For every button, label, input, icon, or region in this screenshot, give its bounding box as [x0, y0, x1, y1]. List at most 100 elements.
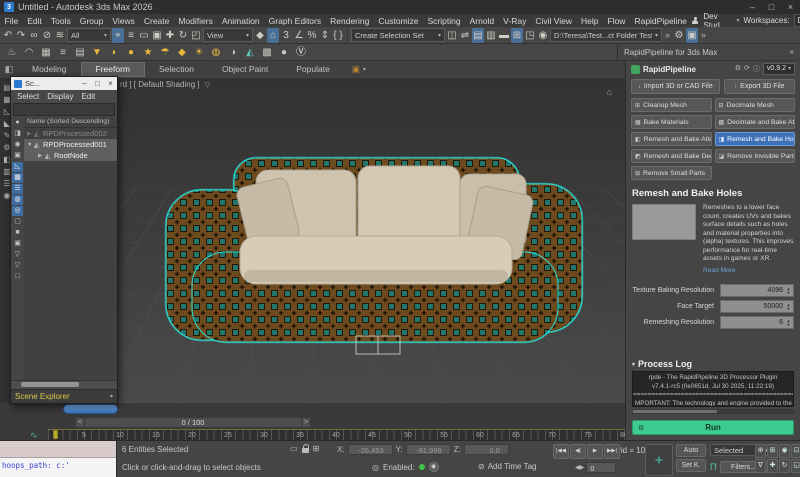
arc-rotate-icon[interactable]: ◠ [23, 45, 35, 60]
snap-toggle-3d-icon[interactable]: 3 [280, 28, 292, 43]
mirror-icon[interactable]: ◫ [446, 28, 458, 43]
menu-item[interactable]: Rendering [326, 16, 374, 26]
scene-node-row[interactable]: ▶ ◭ RPDProcessed002 [24, 128, 117, 139]
blob-icon[interactable]: ◍ [210, 45, 222, 60]
expand-arrow-icon[interactable]: ▼ [27, 142, 34, 148]
ribbon-tab[interactable]: Populate [282, 62, 344, 77]
state-sets-list-icon[interactable]: ≡ [57, 45, 69, 60]
scene-explorer-menu-item[interactable]: Display [47, 92, 73, 101]
fov-icon[interactable]: ∇ [755, 459, 766, 473]
layer-explorer-icon[interactable]: ▥ [485, 28, 497, 43]
display-filter-icon[interactable]: ▽ [12, 261, 23, 271]
pattern-icon[interactable]: ▩ [261, 45, 273, 60]
current-frame-field[interactable]: 0 [586, 462, 617, 473]
preset-button[interactable]: ◪ Remove Invisible Parts [714, 149, 795, 163]
menu-item[interactable]: Animation [217, 16, 264, 26]
spinner-arrows-icon[interactable]: ▲ ▼ [785, 317, 792, 328]
parameter-value[interactable]: 50000 [764, 301, 783, 312]
import-3d-button[interactable]: ↓ Import 3D or CAD File [631, 79, 720, 94]
add-time-tag[interactable]: Add Time Tag [488, 462, 537, 471]
menu-item[interactable]: Modifiers [174, 16, 217, 26]
rectangular-region-icon[interactable]: ▭ [138, 28, 150, 43]
reference-coordinate-dropdown[interactable]: View ▾ [203, 28, 253, 42]
menu-item[interactable]: Group [75, 16, 108, 26]
chevron-down-icon[interactable]: ▾ [110, 393, 113, 400]
maxscript-mini-listener[interactable]: hoops_path: c:' [0, 441, 117, 477]
expand-arrow-icon[interactable]: ▶ [27, 131, 34, 137]
percent-snap-icon[interactable]: % [306, 28, 318, 43]
rapidpipeline-panel-tab[interactable]: RapidPipeline for 3ds Max × [617, 44, 800, 61]
spinner-snap-icon[interactable]: ⇕ [319, 28, 331, 43]
mountain-icon[interactable]: ◭ [244, 45, 256, 60]
ribbon-more-icon[interactable]: ▣ [352, 64, 360, 75]
preset-button[interactable]: ◧ Remesh and Bake Atlas [631, 132, 712, 146]
menu-item[interactable]: RapidPipeline [630, 16, 691, 26]
log-scrollbar-thumb[interactable] [633, 410, 718, 413]
selection-filter-dropdown[interactable]: All ▾ [67, 28, 111, 42]
viewport-label[interactable]: rd ] [ Default Shading ] ▽ [120, 80, 210, 89]
scene-explorer-menu-item[interactable]: Select [17, 92, 39, 101]
preset-button[interactable]: ⊠ Remove Small Parts [631, 166, 712, 180]
version-dropdown[interactable]: v0.9.2 ▾ [762, 63, 795, 75]
grey-sphere-icon[interactable]: ● [278, 45, 290, 60]
y-coordinate-field[interactable]: -91,999 [405, 444, 451, 455]
read-more-link[interactable]: Read More [703, 267, 794, 276]
preset-button[interactable]: ◩ Remesh and Bake Decals [631, 149, 712, 163]
parameter-input[interactable]: 6 ▲ ▼ [720, 316, 794, 329]
menu-item[interactable]: Civil View [531, 16, 577, 26]
key-filters-icon[interactable]: Π [710, 462, 717, 472]
orbit-icon[interactable]: ↻ [779, 459, 790, 473]
zoom-extents-icon[interactable]: ◉ [779, 444, 790, 458]
menu-item[interactable]: Create [139, 16, 174, 26]
display-filter-icon[interactable]: ◺ [12, 162, 23, 172]
info-icon[interactable]: ⓘ [753, 64, 760, 74]
rendered-frame-icon[interactable]: ▣ [686, 27, 699, 43]
go-to-start-icon[interactable]: |◀◀ [553, 444, 569, 459]
settings-icon[interactable]: ⚙ [735, 64, 741, 74]
ribbon-tab[interactable]: Selection [145, 62, 208, 77]
preset-button[interactable]: ◨ Remesh and Bake Holes [714, 132, 795, 146]
menu-item[interactable]: Scripting [423, 16, 465, 26]
edit-named-selections-icon[interactable]: { } [332, 28, 344, 43]
set-key-mode-button[interactable]: Set K. [676, 459, 706, 472]
display-filter-icon[interactable]: ▢ [12, 217, 23, 227]
preset-button[interactable]: ▩ Decimate and Bake Atlas [714, 115, 795, 129]
set-keys-button[interactable]: + [645, 444, 673, 476]
scene-explorer-menu-item[interactable]: Edit [81, 92, 95, 101]
menu-item[interactable]: Edit [23, 16, 47, 26]
maximize-icon[interactable]: □ [91, 79, 104, 88]
display-filter-icon[interactable]: ▣ [12, 239, 23, 249]
display-filter-icon[interactable]: ■ [12, 228, 23, 238]
parameter-value[interactable]: 4096 [767, 285, 783, 296]
display-filter-icon[interactable]: ◨ [12, 129, 23, 139]
refresh-icon[interactable]: ⟳ [744, 64, 750, 74]
zoom-region-icon[interactable]: ⊡ [791, 444, 800, 458]
toolbar-overflow-icon[interactable]: » [663, 30, 672, 40]
menu-item[interactable]: Arnold [465, 16, 499, 26]
parameter-value[interactable]: 6 [779, 317, 783, 328]
display-filter-icon[interactable]: ☰ [12, 184, 23, 194]
target-light-icon[interactable]: ▼ [91, 45, 103, 60]
parameter-input[interactable]: 50000 ▲ ▼ [720, 300, 794, 313]
material-editor-icon[interactable]: ◉ [537, 28, 549, 43]
selection-region-icon[interactable]: ▭ [290, 444, 298, 453]
zoom-all-icon[interactable]: ⊞ [767, 444, 778, 458]
menu-item[interactable]: V-Ray [499, 16, 531, 26]
time-slider-handle[interactable] [63, 404, 118, 414]
display-filter-icon[interactable]: ▽ [12, 250, 23, 260]
maximize-viewport-icon[interactable]: ◱ [791, 459, 800, 473]
star-icon[interactable]: ★ [142, 45, 154, 60]
scene-node-row[interactable]: ▼ ◭ RPDProcessed001 [24, 139, 117, 150]
close-icon[interactable]: × [104, 79, 117, 88]
viewport-shading-label[interactable]: rd ] [ Default Shading ] [120, 80, 200, 89]
select-and-move-icon[interactable]: ✚ [164, 28, 176, 43]
schematic-view-icon[interactable]: ◳ [524, 28, 536, 43]
workspace-dropdown[interactable]: Default ▾ [793, 14, 800, 27]
next-frame-button[interactable]: > [301, 417, 311, 428]
window-crossing-icon[interactable]: ▣ [151, 28, 163, 43]
log-scrollbar[interactable] [632, 409, 794, 414]
scene-explorer-toggle-icon[interactable]: ▤ [472, 27, 484, 43]
render-setup-icon[interactable]: ⚙ [673, 28, 685, 43]
spinner-arrows-icon[interactable]: ▲ ▼ [785, 301, 792, 312]
chevron-down-icon[interactable]: ▾ [363, 66, 366, 73]
